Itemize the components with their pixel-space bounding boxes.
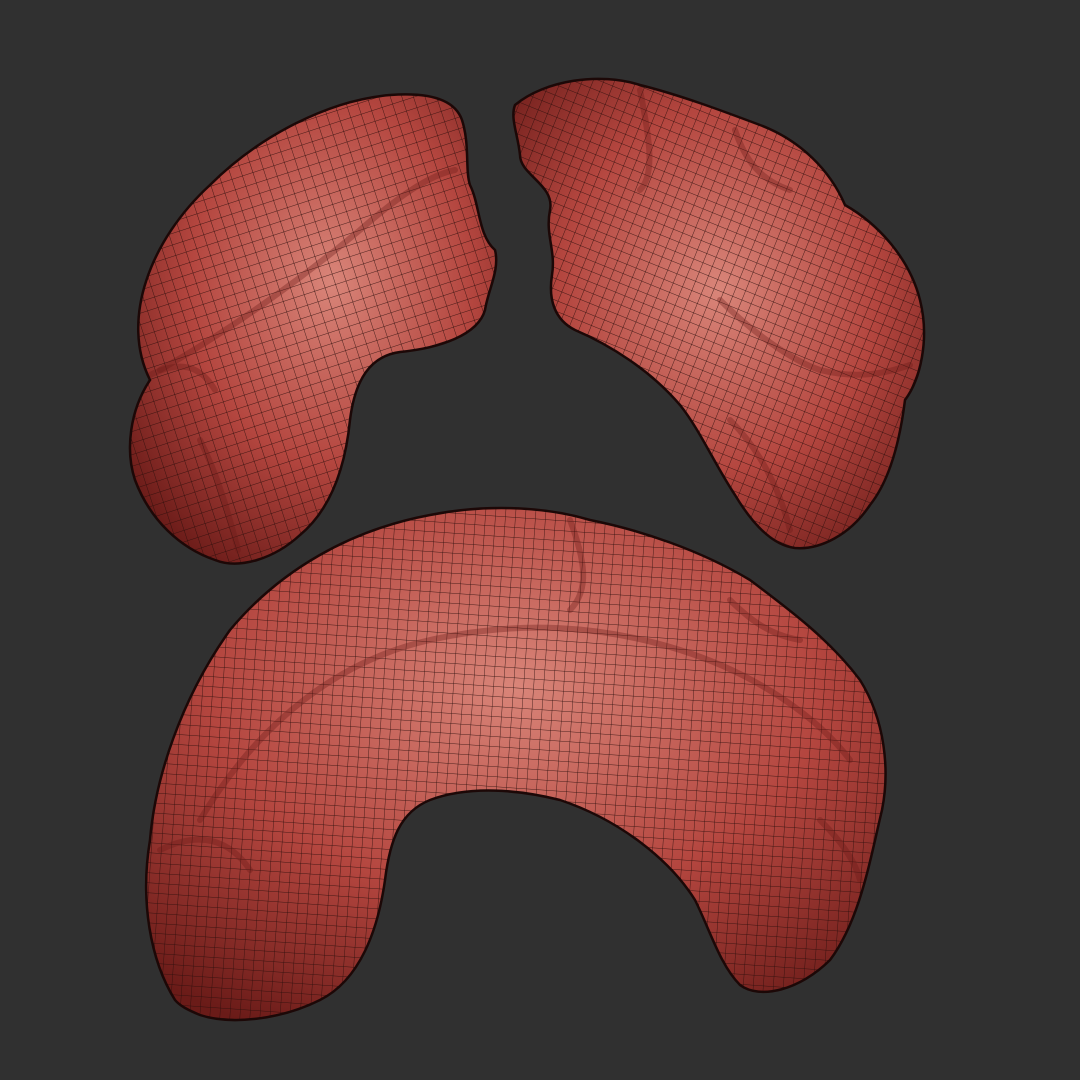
viewport-canvas[interactable] xyxy=(0,0,1080,1080)
3d-viewport[interactable] xyxy=(0,0,1080,1080)
